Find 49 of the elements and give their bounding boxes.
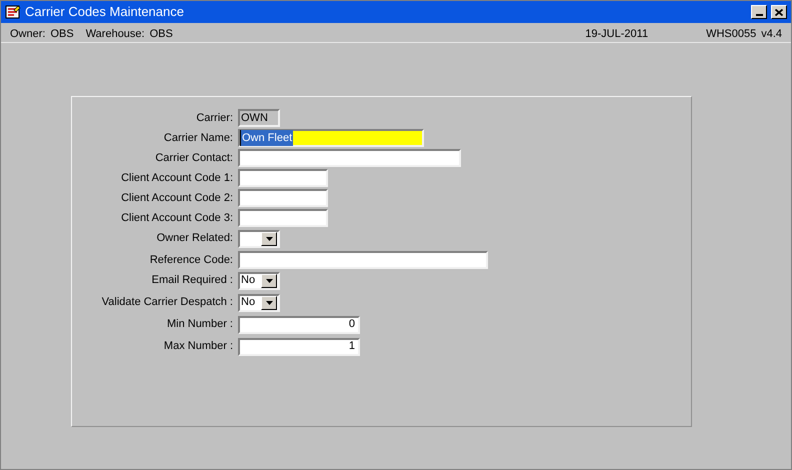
input-field[interactable] bbox=[238, 209, 328, 227]
input-field[interactable]: 1 bbox=[238, 338, 360, 356]
date-text: 19-JUL-2011 bbox=[585, 27, 648, 42]
field-value: 0 bbox=[348, 317, 356, 332]
close-icon bbox=[775, 8, 783, 16]
field-value: Own Fleet bbox=[240, 130, 294, 146]
dropdown[interactable]: No bbox=[238, 294, 280, 312]
dropdown-value: No bbox=[240, 295, 256, 310]
screen-code: WHS0055 bbox=[706, 27, 756, 42]
readonly-field[interactable]: OWN bbox=[238, 109, 280, 127]
field-label: Max Number : bbox=[162, 339, 234, 354]
field-label: Client Account Code 3: bbox=[120, 210, 234, 226]
caret-icon bbox=[266, 278, 272, 282]
field-label: Min Number : bbox=[166, 317, 234, 332]
field-value: OWN bbox=[240, 110, 268, 126]
field-label: Carrier Name: bbox=[162, 130, 234, 146]
app-icon bbox=[5, 4, 21, 20]
input-field[interactable]: 0 bbox=[238, 316, 360, 334]
input-field[interactable] bbox=[238, 149, 461, 167]
field-label: Client Account Code 1: bbox=[120, 170, 234, 186]
input-field[interactable] bbox=[238, 251, 488, 269]
minimize-button[interactable] bbox=[751, 5, 767, 19]
warehouse-label: Warehouse: bbox=[86, 27, 145, 42]
dropdown[interactable]: No bbox=[238, 272, 280, 290]
dropdown[interactable] bbox=[238, 230, 280, 248]
dropdown-value: No bbox=[240, 273, 256, 288]
owner-label: Owner: bbox=[10, 27, 46, 42]
input-field[interactable] bbox=[238, 169, 328, 187]
owner-value: OBS bbox=[50, 27, 74, 42]
caret-icon bbox=[266, 236, 272, 240]
version-text: v4.4 bbox=[761, 27, 782, 42]
input-field[interactable]: Own Fleet bbox=[238, 129, 424, 147]
window-title: Carrier Codes Maintenance bbox=[25, 3, 185, 22]
minimize-icon bbox=[756, 14, 762, 16]
field-label: Validate Carrier Despatch : bbox=[100, 295, 234, 310]
field-label: Reference Code: bbox=[148, 252, 234, 268]
dropdown-arrow-button[interactable] bbox=[261, 296, 277, 310]
dropdown-arrow-button[interactable] bbox=[261, 274, 277, 288]
warehouse-value: OBS bbox=[150, 27, 173, 42]
field-label: Client Account Code 2: bbox=[120, 190, 234, 206]
caret-icon bbox=[266, 300, 272, 304]
field-label: Carrier: bbox=[195, 110, 234, 126]
dropdown-arrow-button[interactable] bbox=[261, 232, 277, 246]
field-value: 1 bbox=[348, 339, 356, 354]
field-label: Owner Related: bbox=[156, 231, 234, 246]
input-field[interactable] bbox=[238, 189, 328, 207]
field-label: Email Required : bbox=[150, 273, 234, 288]
field-label: Carrier Contact: bbox=[154, 150, 234, 166]
close-button[interactable] bbox=[771, 5, 787, 19]
